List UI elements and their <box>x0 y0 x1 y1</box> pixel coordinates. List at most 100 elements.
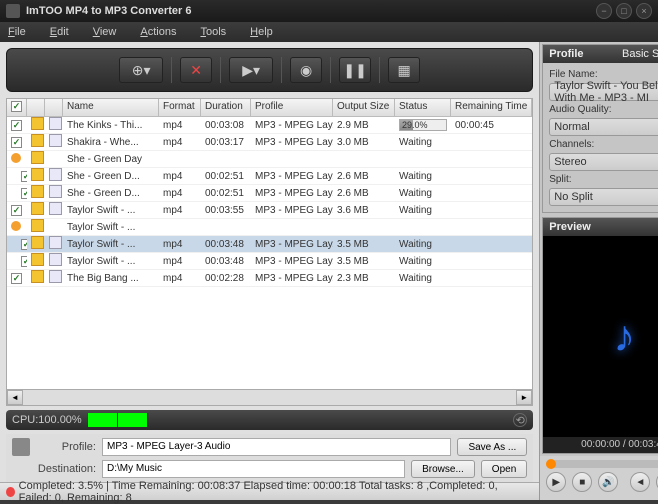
table-row[interactable]: ✓Taylor Swift - ...mp400:03:48MP3 - MPEG… <box>7 253 532 270</box>
refresh-icon[interactable]: ⟲ <box>513 413 527 427</box>
preview-display: ♪ <box>543 236 658 437</box>
folder-icon <box>31 202 44 215</box>
menubar: File Edit View Actions Tools Help <box>0 22 658 42</box>
play-button[interactable]: ▶ <box>546 472 566 492</box>
cpu-bar: CPU:100.00% ⟲ <box>6 410 533 430</box>
menu-tools[interactable]: Tools <box>200 26 226 38</box>
table-row[interactable]: ✓The Big Bang ...mp400:02:28MP3 - MPEG L… <box>7 270 532 287</box>
split-select[interactable]: No Split▾ <box>549 188 658 206</box>
folder-icon <box>31 219 44 232</box>
player-stop-button[interactable]: ■ <box>572 472 592 492</box>
seek-slider[interactable] <box>546 460 658 468</box>
row-checkbox[interactable]: ✓ <box>11 120 22 131</box>
col-name[interactable]: Name <box>63 99 159 116</box>
remove-button[interactable]: ✕ <box>180 57 212 83</box>
file-icon <box>49 253 62 266</box>
folder-icon <box>31 134 44 147</box>
player-controls: ▶ ■ 🔊 ◄ ► 📷 <box>540 456 658 500</box>
scroll-left-button[interactable]: ◄ <box>7 390 23 405</box>
table-row[interactable]: ✓Shakira - Whe...mp400:03:17MP3 - MPEG L… <box>7 134 532 151</box>
table-row[interactable]: ✓Taylor Swift - ...mp400:03:55MP3 - MPEG… <box>7 202 532 219</box>
preview-time: 00:00:00 / 00:03:48 <box>543 437 658 453</box>
split-label: Split: <box>549 174 658 185</box>
saveas-button[interactable]: Save As ... <box>457 438 527 456</box>
table-row[interactable]: ✓She - Green D...mp400:02:51MP3 - MPEG L… <box>7 185 532 202</box>
expand-icon[interactable] <box>11 153 21 163</box>
progress-bar: 29.0% <box>399 119 447 131</box>
profile-panel-title: Profile <box>549 48 583 60</box>
menu-file[interactable]: File <box>8 26 26 38</box>
cpu-graph <box>88 413 148 427</box>
filename-label: File Name: <box>549 69 658 80</box>
destination-input[interactable]: D:\My Music <box>102 460 405 478</box>
file-icon <box>49 270 62 283</box>
col-remaining[interactable]: Remaining Time <box>451 99 532 116</box>
table-row[interactable]: ✓The Kinks - Thi...mp400:03:08MP3 - MPEG… <box>7 117 532 134</box>
add-file-button[interactable]: ⊕▾ <box>119 57 163 83</box>
col-duration[interactable]: Duration <box>201 99 251 116</box>
menu-view[interactable]: View <box>93 26 117 38</box>
scroll-right-button[interactable]: ► <box>516 390 532 405</box>
app-title: ImTOO MP4 to MP3 Converter 6 <box>26 5 592 17</box>
quality-select[interactable]: Normal▾ <box>549 118 658 136</box>
table-row[interactable]: She - Green Day <box>7 151 532 168</box>
col-status[interactable]: Status <box>395 99 451 116</box>
expand-icon[interactable] <box>11 221 21 231</box>
folder-icon <box>31 151 44 164</box>
status-led-icon <box>6 487 15 497</box>
profile-panel: Profile Basic Settings ▾ File Name: Tayl… <box>542 44 658 213</box>
statusbar: Completed: 3.5% | Time Remaining: 00:08:… <box>0 482 539 500</box>
col-profile[interactable]: Profile <box>251 99 333 116</box>
folder-icon <box>31 253 44 266</box>
app-icon <box>6 4 20 18</box>
menu-edit[interactable]: Edit <box>50 26 69 38</box>
col-output[interactable]: Output Size <box>333 99 395 116</box>
settings-toggle[interactable]: Basic Settings ▾ <box>622 48 658 61</box>
table-row[interactable]: ✓She - Green D...mp400:02:51MP3 - MPEG L… <box>7 168 532 185</box>
folder-icon <box>31 117 44 130</box>
volume-button[interactable]: 🔊 <box>598 472 618 492</box>
col-format[interactable]: Format <box>159 99 201 116</box>
folder-icon <box>31 185 44 198</box>
col-check[interactable]: ✓ <box>7 99 27 116</box>
file-grid: ✓ Name Format Duration Profile Output Si… <box>6 98 533 390</box>
file-icon <box>49 134 62 147</box>
convert-button[interactable]: ▶▾ <box>229 57 273 83</box>
browse-button[interactable]: Browse... <box>411 460 475 478</box>
file-icon <box>49 168 62 181</box>
file-icon <box>49 202 62 215</box>
table-row[interactable]: ✓Taylor Swift - ...mp400:03:48MP3 - MPEG… <box>7 236 532 253</box>
menu-actions[interactable]: Actions <box>140 26 176 38</box>
grid-header: ✓ Name Format Duration Profile Output Si… <box>7 99 532 117</box>
destination-label: Destination: <box>36 463 96 475</box>
preview-title: Preview <box>549 221 591 233</box>
channels-label: Channels: <box>549 139 658 150</box>
stop-button[interactable]: ◉ <box>290 57 322 83</box>
titlebar: ImTOO MP4 to MP3 Converter 6 − □ × <box>0 0 658 22</box>
folder-icon <box>31 236 44 249</box>
profile-icon <box>12 438 30 456</box>
table-row[interactable]: Taylor Swift - ... <box>7 219 532 236</box>
row-checkbox[interactable]: ✓ <box>11 137 22 148</box>
horizontal-scrollbar[interactable]: ◄ ► <box>6 390 533 406</box>
prev-frame-button[interactable]: ◄ <box>630 472 650 492</box>
file-icon <box>49 117 62 130</box>
close-button[interactable]: × <box>636 3 652 19</box>
cpu-label: CPU:100.00% <box>12 414 82 426</box>
toolbar: ⊕▾ ✕ ▶▾ ◉ ❚❚ ▦ <box>6 48 533 92</box>
preview-panel: Preview ➤ ♪ 00:00:00 / 00:03:48 <box>542 217 658 454</box>
channels-select[interactable]: Stereo▾ <box>549 153 658 171</box>
open-button[interactable]: Open <box>481 460 527 478</box>
filename-input[interactable]: Taylor Swift - You Belong With Me - MP3 … <box>549 83 658 101</box>
pause-button[interactable]: ❚❚ <box>339 57 371 83</box>
minimize-button[interactable]: − <box>596 3 612 19</box>
quality-label: Audio Quality: <box>549 104 658 115</box>
profile-select[interactable]: MP3 - MPEG Layer-3 Audio <box>102 438 451 456</box>
folder-icon <box>31 168 44 181</box>
maximize-button[interactable]: □ <box>616 3 632 19</box>
menu-help[interactable]: Help <box>250 26 273 38</box>
row-checkbox[interactable]: ✓ <box>11 273 22 284</box>
row-checkbox[interactable]: ✓ <box>11 205 22 216</box>
file-icon <box>49 185 62 198</box>
output-folder-button[interactable]: ▦ <box>388 57 420 83</box>
